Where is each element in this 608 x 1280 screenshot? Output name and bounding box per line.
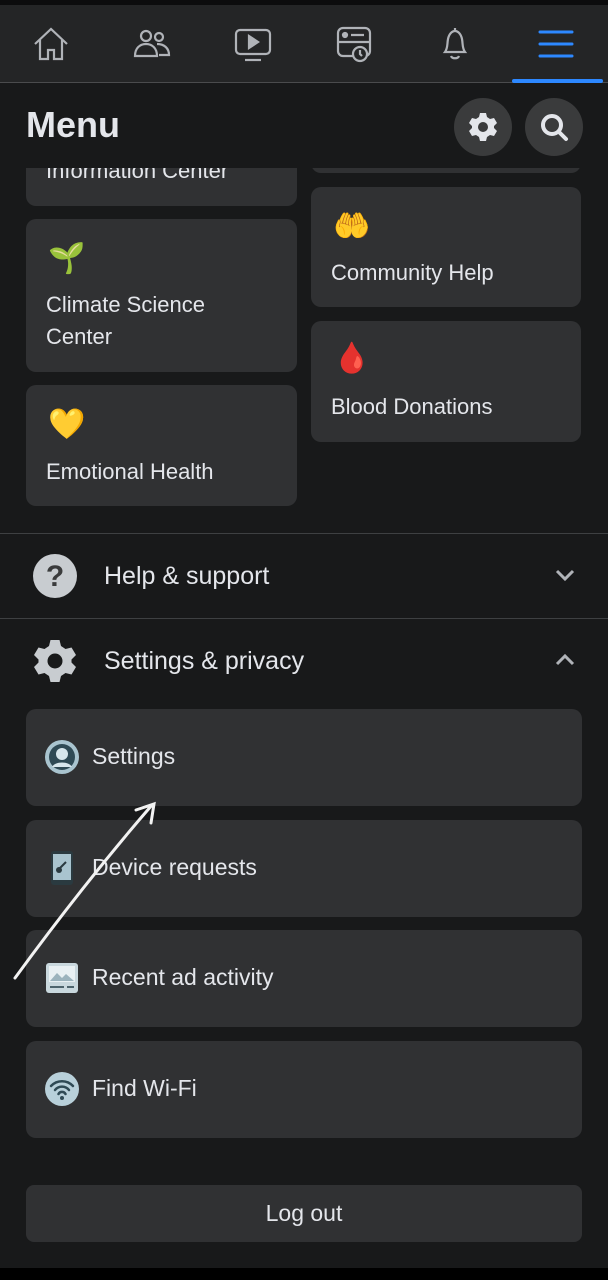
menu-item-label: Settings	[92, 743, 176, 769]
chevron-up-icon	[555, 653, 575, 666]
shortcut-label: Climate Science Center	[46, 292, 205, 349]
shortcut-label: Emotional Health	[46, 459, 214, 484]
shortcut-label: Community Help	[331, 260, 494, 285]
watch-icon	[234, 28, 271, 62]
logout-button[interactable]: Log out	[26, 1185, 582, 1242]
bell-icon	[442, 28, 467, 60]
heart-flower-icon: 💛	[48, 408, 86, 441]
menu-item-find-wifi[interactable]: Find Wi-Fi	[26, 1041, 582, 1138]
blood-drop-icon: 🩸	[333, 342, 371, 375]
friends-icon	[133, 29, 170, 58]
settings-button[interactable]	[454, 98, 512, 156]
chevron-down-icon	[555, 569, 575, 582]
user-circle-icon	[45, 740, 79, 774]
shortcut-climate-science-center[interactable]: 🌱 Climate Science Center	[26, 219, 297, 372]
svg-text:?: ?	[46, 560, 64, 593]
home-icon	[33, 27, 68, 61]
wifi-icon	[45, 1072, 79, 1106]
search-button[interactable]	[525, 98, 583, 156]
shortcut-emotional-health[interactable]: 💛 Emotional Health	[26, 385, 297, 506]
help-support-label: Help & support	[104, 561, 270, 590]
page-title: Menu	[26, 104, 120, 145]
settings-privacy-label: Settings & privacy	[104, 646, 305, 675]
tab-menu[interactable]	[505, 5, 606, 83]
shortcut-label: Blood Donations	[331, 394, 493, 419]
shortcut-blood-donations[interactable]: 🩸 Blood Donations	[311, 321, 581, 442]
helping-hand-heart-icon: 🤲	[333, 210, 371, 243]
settings-privacy-row[interactable]: Settings & privacy	[0, 619, 608, 703]
tab-watch[interactable]	[202, 5, 303, 83]
active-tab-indicator	[512, 79, 603, 83]
tab-memories[interactable]	[303, 5, 404, 83]
bottom-strip	[0, 1268, 608, 1280]
tab-home[interactable]	[0, 5, 101, 83]
shortcut-community-help[interactable]: 🤲 Community Help	[311, 187, 581, 307]
help-support-row[interactable]: ? Help & support	[0, 534, 608, 618]
memories-icon	[336, 26, 371, 63]
shortcuts-grid: Information Center 🌱 Climate Science Cen…	[0, 160, 608, 520]
gear-icon	[469, 113, 497, 141]
gear-icon	[34, 640, 76, 682]
menu-icon	[538, 30, 573, 58]
menu-item-label: Find Wi-Fi	[92, 1075, 197, 1101]
plant-globe-icon: 🌱	[48, 242, 86, 275]
question-icon: ?	[33, 554, 77, 598]
tab-friends[interactable]	[101, 5, 202, 83]
tab-notifications[interactable]	[404, 5, 505, 83]
top-nav	[0, 5, 608, 83]
annotation-arrow-icon	[13, 801, 156, 980]
search-icon	[541, 114, 568, 141]
